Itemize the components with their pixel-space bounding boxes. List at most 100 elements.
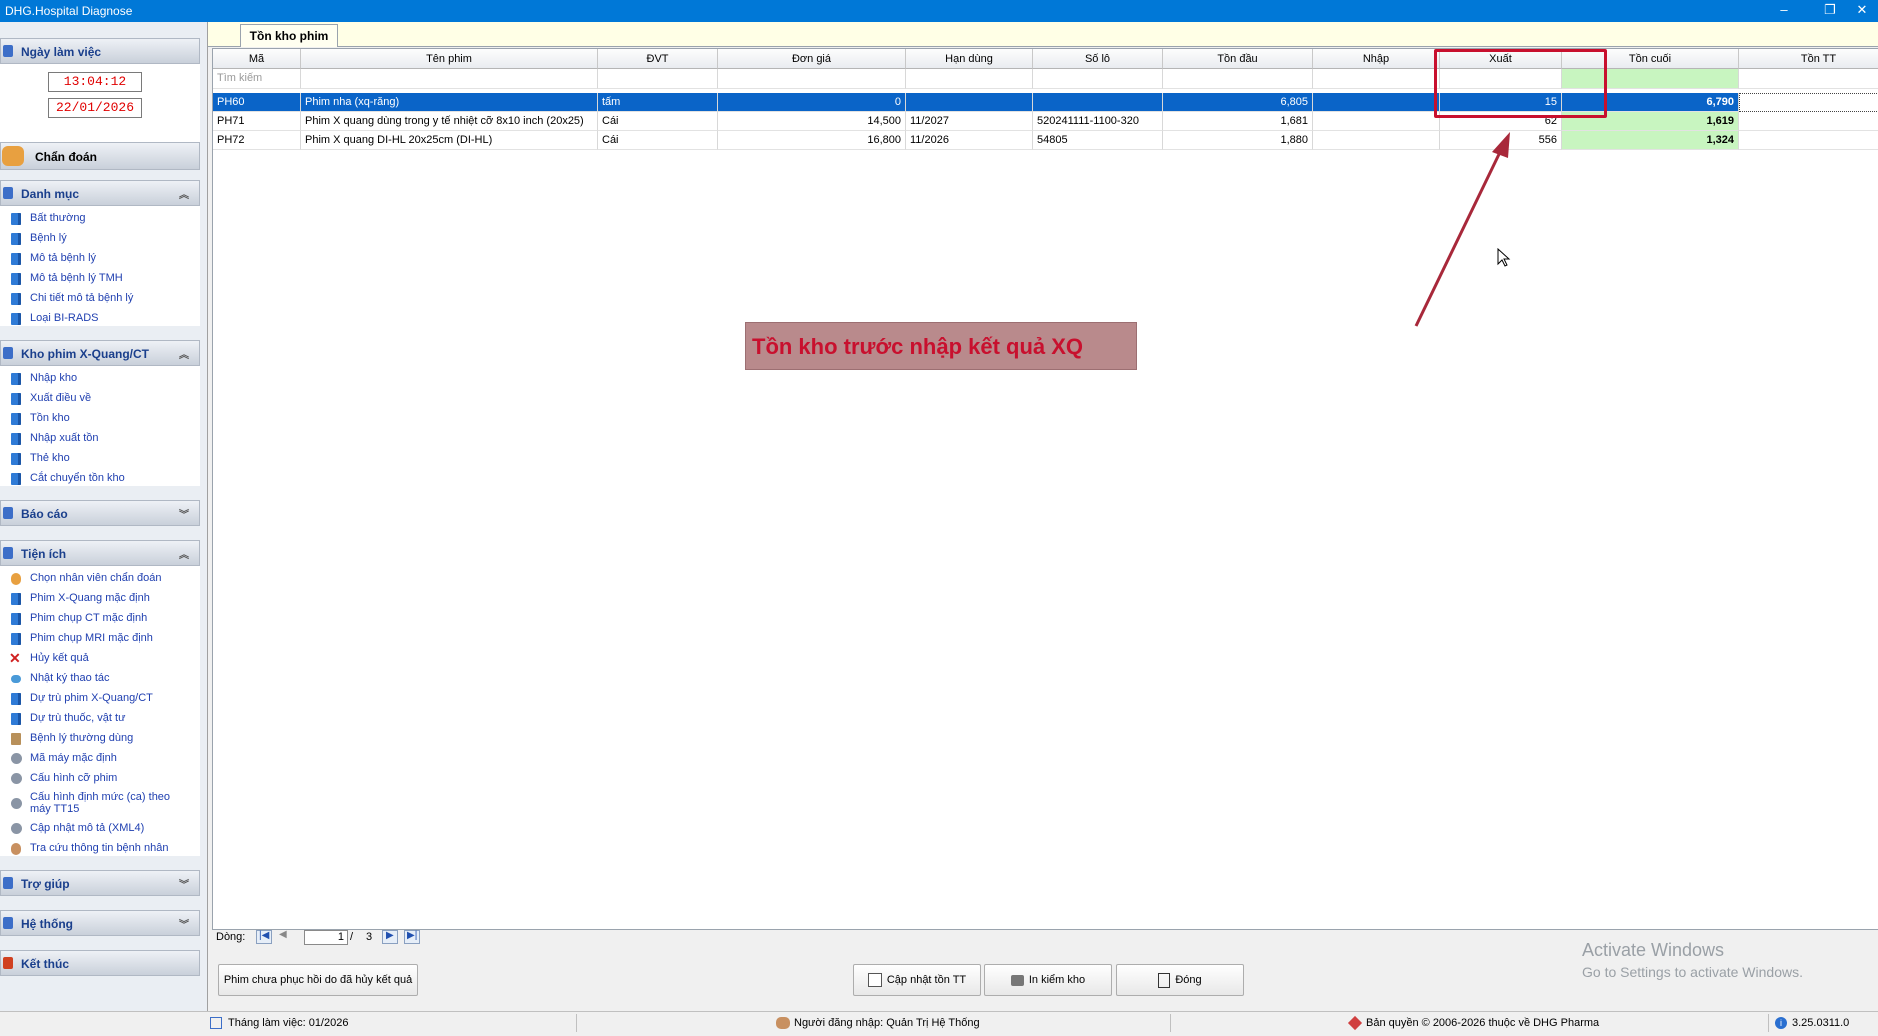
filter-ton-tt[interactable] bbox=[1739, 69, 1878, 89]
sidebar-item-mo-ta-benh-ly-tmh[interactable]: Mô tả bệnh lý TMH bbox=[0, 270, 200, 288]
update-stock-button[interactable]: Cập nhật tồn TT bbox=[853, 964, 981, 996]
col-header-don-gia[interactable]: Đơn giá bbox=[718, 49, 906, 69]
table-row-cell-dvt[interactable]: Cái bbox=[598, 112, 718, 131]
filter-don-gia[interactable] bbox=[718, 69, 906, 89]
table-row-cell-don-gia[interactable]: 14,500 bbox=[718, 112, 906, 131]
sidebar-item-cau-hinh-co-phim[interactable]: Cấu hình cỡ phim bbox=[0, 770, 200, 788]
minimize-button[interactable]: – bbox=[1762, 0, 1806, 22]
table-row-cell-ma[interactable]: PH72 bbox=[213, 131, 301, 150]
prev-page-button[interactable]: ◀ bbox=[276, 929, 292, 944]
print-check-button[interactable]: In kiểm kho bbox=[984, 964, 1112, 996]
sidebar-item-nhap-kho[interactable]: Nhập kho bbox=[0, 370, 200, 388]
table-row-cell-nhap[interactable] bbox=[1313, 112, 1440, 131]
sidebar-item-cau-hinh-dinh-muc[interactable]: Cấu hình định mức (ca) theo máy TT15 bbox=[0, 791, 200, 816]
next-page-button[interactable]: ▶ bbox=[382, 930, 398, 944]
sidebar-item-xuat-dieu-ve[interactable]: Xuất điều về bbox=[0, 390, 200, 408]
last-page-button[interactable]: ▶| bbox=[404, 930, 420, 944]
sidebar-item-the-kho[interactable]: Thẻ kho bbox=[0, 450, 200, 468]
search-input[interactable]: Tìm kiếm bbox=[213, 69, 301, 89]
table-row-cell-han-dung[interactable]: 11/2026 bbox=[906, 131, 1033, 150]
diagnose-button[interactable]: Chẩn đoán bbox=[0, 142, 200, 170]
sidebar-item-loai-bi-rads[interactable]: Loại BI-RADS bbox=[0, 310, 200, 328]
table-row-cell-so-lo[interactable]: 520241111-1100-320 bbox=[1033, 112, 1163, 131]
table-row-cell-dvt[interactable]: tấm bbox=[598, 93, 718, 112]
table-row-cell-don-gia[interactable]: 0 bbox=[718, 93, 906, 112]
col-header-so-lo[interactable]: Số lô bbox=[1033, 49, 1163, 69]
col-header-ton-tt[interactable]: Tồn TT bbox=[1739, 49, 1878, 69]
sidebar-item-benh-ly-thuong-dung[interactable]: Bệnh lý thường dùng bbox=[0, 730, 200, 748]
sidebar-item-mo-ta-benh-ly[interactable]: Mô tả bệnh lý bbox=[0, 250, 200, 268]
film-stock-section-header[interactable]: Kho phim X-Quang/CT ︽ bbox=[0, 340, 200, 366]
filter-dvt[interactable] bbox=[598, 69, 718, 89]
tab-ton-kho-phim[interactable]: Tồn kho phim bbox=[240, 24, 338, 47]
workday-header[interactable]: Ngày làm việc bbox=[0, 38, 200, 64]
table-row-cell-ten[interactable]: Phim X quang DI-HL 20x25cm (DI-HL) bbox=[301, 131, 598, 150]
filter-han-dung[interactable] bbox=[906, 69, 1033, 89]
filter-ten-phim[interactable] bbox=[301, 69, 598, 89]
table-row-cell-ton-dau[interactable]: 1,681 bbox=[1163, 112, 1313, 131]
table-row-cell-ton-tt[interactable] bbox=[1739, 131, 1878, 150]
sidebar-item-bat-thuong[interactable]: Bất thường bbox=[0, 210, 200, 228]
annotation-text: Tồn kho trước nhập kết quả XQ bbox=[752, 334, 1084, 359]
col-header-dvt[interactable]: ĐVT bbox=[598, 49, 718, 69]
system-section-header[interactable]: Hệ thống ︾ bbox=[0, 910, 200, 936]
table-row-cell-nhap[interactable] bbox=[1313, 93, 1440, 112]
first-page-button[interactable]: |◀ bbox=[256, 930, 272, 944]
filter-so-lo[interactable] bbox=[1033, 69, 1163, 89]
close-button[interactable]: Đóng bbox=[1116, 964, 1244, 996]
table-row-cell-ma[interactable]: PH60 bbox=[213, 93, 301, 112]
sidebar-item-label: Hủy kết quả bbox=[30, 652, 89, 664]
table-row-cell-ton-dau[interactable]: 1,880 bbox=[1163, 131, 1313, 150]
sidebar-item-benh-ly[interactable]: Bệnh lý bbox=[0, 230, 200, 248]
report-icon bbox=[3, 507, 13, 519]
close-window-button[interactable]: ✕ bbox=[1846, 0, 1878, 22]
sidebar-item-phim-xquang-mac-dinh[interactable]: Phim X-Quang mặc định bbox=[0, 590, 200, 608]
sidebar-item-phim-mri-mac-dinh[interactable]: Phim chụp MRI mặc định bbox=[0, 630, 200, 648]
col-header-han-dung[interactable]: Hạn dùng bbox=[906, 49, 1033, 69]
table-row-cell-so-lo[interactable]: 54805 bbox=[1033, 131, 1163, 150]
status-version: 3.25.0311.0 bbox=[1792, 1017, 1850, 1029]
catalog-section-header[interactable]: Danh mục ︽ bbox=[0, 180, 200, 206]
sidebar-item-ma-may[interactable]: Mã máy mặc định bbox=[0, 750, 200, 768]
sidebar-item-tra-cuu[interactable]: Tra cứu thông tin bệnh nhân bbox=[0, 840, 200, 858]
sidebar-item-ton-kho[interactable]: Tồn kho bbox=[0, 410, 200, 428]
table-row-cell-ten[interactable]: Phim X quang dùng trong y tế nhiệt cỡ 8x… bbox=[301, 112, 598, 131]
sidebar-item-label: Cấu hình cỡ phim bbox=[30, 772, 118, 784]
table-row-cell-han-dung[interactable]: 11/2027 bbox=[906, 112, 1033, 131]
report-section-header[interactable]: Báo cáo ︾ bbox=[0, 500, 200, 526]
table-row-cell-ton-cuoi[interactable]: 1,324 bbox=[1562, 131, 1739, 150]
utilities-section-header[interactable]: Tiện ích ︽ bbox=[0, 540, 200, 566]
col-header-ten-phim[interactable]: Tên phim bbox=[301, 49, 598, 69]
exit-section-header[interactable]: Kết thúc bbox=[0, 950, 200, 976]
table-row-cell-ton-tt[interactable] bbox=[1739, 112, 1878, 131]
sidebar-item-nhat-ky[interactable]: Nhật ký thao tác bbox=[0, 670, 200, 688]
sidebar-item-cap-nhat-mo-ta[interactable]: Cập nhật mô tả (XML4) bbox=[0, 820, 200, 838]
table-row-cell-ton-tt[interactable] bbox=[1739, 93, 1878, 112]
filter-ton-dau[interactable] bbox=[1163, 69, 1313, 89]
page-number-input[interactable]: 1 bbox=[304, 930, 348, 945]
sidebar-item-phim-ct-mac-dinh[interactable]: Phim chụp CT mặc định bbox=[0, 610, 200, 628]
table-row-cell-so-lo[interactable] bbox=[1033, 93, 1163, 112]
sidebar-item-du-tru-thuoc[interactable]: Dự trù thuốc, vật tư bbox=[0, 710, 200, 728]
sidebar-item-cat-chuyen-ton-kho[interactable]: Cắt chuyển tồn kho bbox=[0, 470, 200, 488]
col-header-nhap[interactable]: Nhập bbox=[1313, 49, 1440, 69]
table-row-cell-ma[interactable]: PH71 bbox=[213, 112, 301, 131]
col-header-ma[interactable]: Mã bbox=[213, 49, 301, 69]
sidebar-item-huy-ket-qua[interactable]: ✕ Hủy kết quả bbox=[0, 650, 200, 668]
help-section-header[interactable]: Trợ giúp ︾ bbox=[0, 870, 200, 896]
book-icon bbox=[11, 313, 21, 325]
filter-nhap[interactable] bbox=[1313, 69, 1440, 89]
sidebar-item-label: Loại BI-RADS bbox=[30, 312, 99, 324]
table-row-cell-ton-dau[interactable]: 6,805 bbox=[1163, 93, 1313, 112]
sidebar-item-chi-tiet-mo-ta[interactable]: Chi tiết mô tả bệnh lý bbox=[0, 290, 200, 308]
sidebar-item-du-tru-phim[interactable]: Dự trù phim X-Quang/CT bbox=[0, 690, 200, 708]
table-row-cell-dvt[interactable]: Cái bbox=[598, 131, 718, 150]
sidebar-item-chon-nhan-vien[interactable]: Chọn nhân viên chẩn đoán bbox=[0, 570, 200, 588]
table-row-cell-han-dung[interactable] bbox=[906, 93, 1033, 112]
sidebar-item-nhap-xuat-ton[interactable]: Nhập xuất tồn bbox=[0, 430, 200, 448]
status-month: Tháng làm việc: 01/2026 bbox=[228, 1017, 349, 1029]
restore-film-button[interactable]: Phim chưa phục hồi do đã hủy kết quả bbox=[218, 964, 418, 996]
table-row-cell-don-gia[interactable]: 16,800 bbox=[718, 131, 906, 150]
col-header-ton-dau[interactable]: Tồn đầu bbox=[1163, 49, 1313, 69]
table-row-cell-ten[interactable]: Phim nha (xq-răng) bbox=[301, 93, 598, 112]
